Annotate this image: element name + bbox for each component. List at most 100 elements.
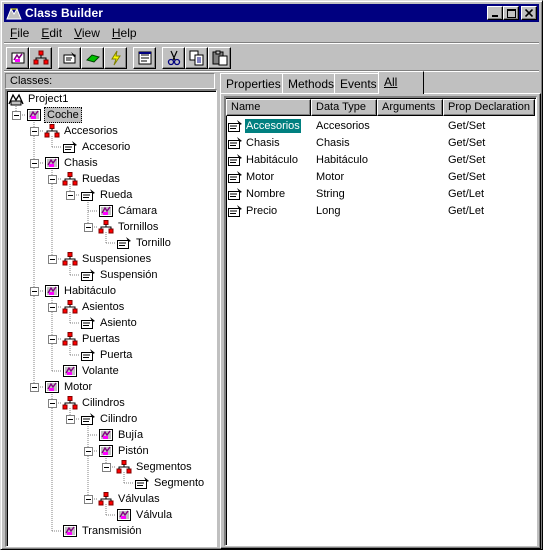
tree-node[interactable]: Bujía [98, 427, 145, 443]
list-row[interactable]: Nombre String Get/Let [227, 185, 536, 202]
paste-button[interactable] [208, 47, 231, 69]
tree-node[interactable]: Segmentos [116, 459, 194, 475]
tree-node[interactable]: Asiento [80, 315, 139, 331]
collapse-toggle-icon[interactable] [102, 463, 111, 472]
tree-node[interactable]: Chasis [44, 155, 100, 171]
new-collection-button[interactable] [29, 47, 52, 69]
menu-help[interactable]: Help [106, 26, 143, 40]
classes-label: Classes: [5, 73, 215, 89]
tree-node[interactable]: Suspensión [80, 267, 160, 283]
member-name: Habitáculo [246, 153, 298, 166]
collapse-toggle-icon[interactable] [48, 303, 57, 312]
cell-prop-declaration: Get/Let [448, 187, 485, 200]
members-list[interactable]: Name Data Type Arguments Prop Declaratio… [224, 96, 537, 546]
tree-node[interactable]: Volante [62, 363, 121, 379]
title-bar[interactable]: Class Builder [4, 4, 539, 22]
tree-node[interactable]: Ruedas [62, 171, 122, 187]
menu-edit[interactable]: Edit [35, 26, 68, 40]
tree-node-label: Cilindros [82, 397, 125, 409]
collapse-toggle-icon[interactable] [84, 495, 93, 504]
maximize-button[interactable] [503, 6, 519, 20]
tree-node[interactable]: Cilindros [62, 395, 127, 411]
minimize-icon [492, 15, 498, 17]
classes-tree[interactable]: Project1 Coche Accesorios Accesorio Chasis Ru… [5, 89, 217, 547]
new-method-button[interactable] [81, 47, 104, 69]
cut-button[interactable] [162, 47, 185, 69]
member-name: Motor [246, 170, 275, 183]
tree-node[interactable]: Pistón [98, 443, 151, 459]
collapse-toggle-icon[interactable] [48, 175, 57, 184]
scissors-icon [167, 50, 180, 66]
cell-data-type: String [316, 187, 345, 200]
list-row[interactable]: Precio Long Get/Let [227, 202, 536, 219]
tree-node[interactable]: Transmisión [62, 523, 144, 539]
tree-node[interactable]: Asientos [62, 299, 126, 315]
tree-node[interactable]: Project1 [8, 91, 70, 107]
collapse-toggle-icon[interactable] [12, 111, 21, 120]
tab-all[interactable]: All [378, 71, 424, 94]
tree-node-label: Tornillo [136, 237, 171, 249]
minimize-button[interactable] [487, 6, 503, 20]
tree-node-label: Pistón [118, 445, 149, 457]
toolbar [6, 46, 231, 70]
collapse-toggle-icon[interactable] [30, 127, 39, 136]
property-icon [80, 348, 98, 362]
tree-node[interactable]: Cilindro [80, 411, 139, 427]
cell-data-type: Habitáculo [316, 153, 368, 166]
tree-node[interactable]: Coche [26, 107, 82, 123]
tree-node[interactable]: Válvula [116, 507, 174, 523]
new-class-button[interactable] [6, 47, 29, 69]
menu-view[interactable]: View [68, 26, 106, 40]
tree-node[interactable]: Puerta [80, 347, 134, 363]
collapse-toggle-icon[interactable] [84, 223, 93, 232]
collapse-toggle-icon[interactable] [30, 383, 39, 392]
maximize-icon [506, 8, 516, 18]
list-row[interactable]: Motor Motor Get/Set [227, 168, 536, 185]
tree-node-label: Accesorios [64, 125, 118, 137]
tree-node[interactable]: Válvulas [98, 491, 162, 507]
menu-help-label: elp [120, 25, 137, 40]
collapse-toggle-icon[interactable] [30, 287, 39, 296]
copy-button[interactable] [185, 47, 208, 69]
tree-node[interactable]: Accesorios [44, 123, 120, 139]
collapse-toggle-icon[interactable] [48, 255, 57, 264]
close-button[interactable] [521, 6, 537, 20]
tree-node[interactable]: Tornillo [116, 235, 173, 251]
cell-name: Accesorios [227, 118, 312, 133]
tree-node[interactable]: Rueda [80, 187, 134, 203]
tree-node[interactable]: Segmento [134, 475, 206, 491]
collapse-toggle-icon[interactable] [30, 159, 39, 168]
tree-node[interactable]: Accesorio [62, 139, 132, 155]
property-icon [227, 204, 245, 218]
column-header-arguments[interactable]: Arguments [377, 99, 443, 116]
new-event-button[interactable] [104, 47, 127, 69]
collapse-toggle-icon[interactable] [84, 447, 93, 456]
column-header-data-type[interactable]: Data Type [311, 99, 377, 116]
collapse-toggle-icon[interactable] [66, 191, 75, 200]
new-property-button[interactable] [58, 47, 81, 69]
collapse-toggle-icon[interactable] [48, 399, 57, 408]
tab-methods[interactable]: Methods [282, 73, 341, 93]
tree-node[interactable]: Habitáculo [44, 283, 118, 299]
menu-help-accel: H [111, 25, 121, 40]
member-name: Accesorios [245, 118, 301, 133]
collapse-toggle-icon[interactable] [66, 415, 75, 424]
tree-node[interactable]: Puertas [62, 331, 122, 347]
tree-node[interactable]: Cámara [98, 203, 159, 219]
project-icon [8, 92, 26, 106]
tree-node[interactable]: Motor [44, 379, 94, 395]
list-row[interactable]: Habitáculo Habitáculo Get/Set [227, 151, 536, 168]
column-header-prop-declaration[interactable]: Prop Declaration [443, 99, 535, 116]
menu-file[interactable]: File [4, 26, 35, 40]
list-row[interactable]: Accesorios Accesorios Get/Set [227, 117, 536, 134]
class-icon [98, 204, 116, 218]
tab-events[interactable]: Events [334, 73, 383, 93]
tree-node[interactable]: Suspensiones [62, 251, 153, 267]
list-row[interactable]: Chasis Chasis Get/Set [227, 134, 536, 151]
properties-button[interactable] [133, 47, 156, 69]
tree-node[interactable]: Tornillos [98, 219, 160, 235]
tab-properties[interactable]: Properties [220, 73, 287, 93]
cell-name: Habitáculo [227, 153, 312, 167]
column-header-name[interactable]: Name [226, 99, 311, 116]
collapse-toggle-icon[interactable] [48, 335, 57, 344]
